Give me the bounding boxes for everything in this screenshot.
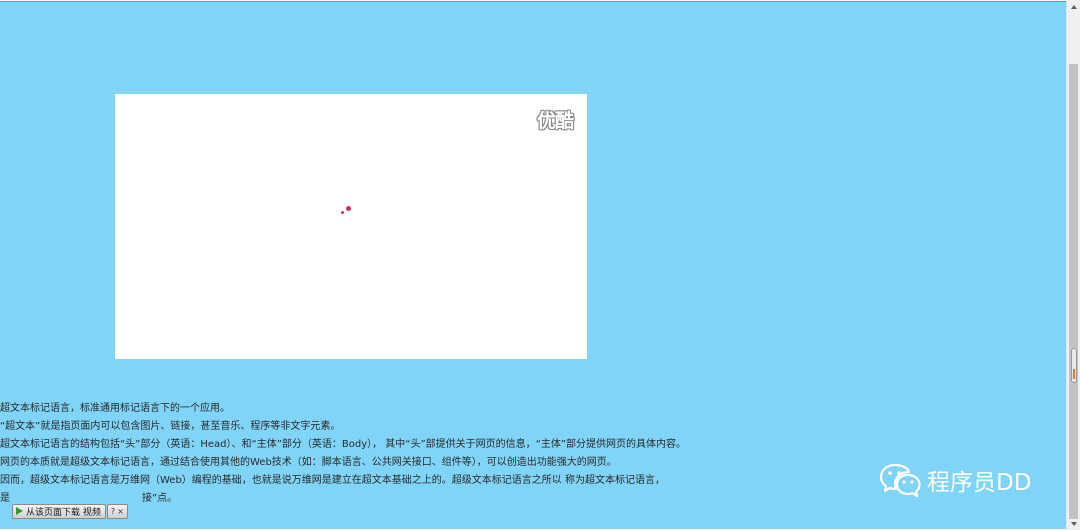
article-line: 因而，超级文本标记语言是万维网（Web）编程的基础，也就是说万维网是建立在超文本… bbox=[0, 475, 665, 486]
browser-page: 优酷 超文本标记语言，标准通用标记语言下的一个应用。 “超文本”就是指页面内可以… bbox=[0, 0, 1080, 530]
article-text: 超文本标记语言，标准通用标记语言下的一个应用。 “超文本”就是指页面内可以包含图… bbox=[0, 400, 1000, 508]
download-toolbar-controls: ? × bbox=[106, 503, 128, 519]
scrollbar-track[interactable] bbox=[1069, 64, 1078, 519]
download-video-button[interactable]: 从该页面下载 视频 bbox=[12, 503, 106, 519]
article-line-start: 是 bbox=[0, 493, 10, 504]
video-player[interactable]: 优酷 bbox=[115, 94, 587, 359]
arrow-down-icon bbox=[1070, 521, 1077, 526]
loading-dot-large bbox=[346, 206, 351, 211]
scroll-up-button[interactable] bbox=[1067, 0, 1080, 13]
scroll-position-marker bbox=[1073, 369, 1075, 379]
page-viewport: 优酷 超文本标记语言，标准通用标记语言下的一个应用。 “超文本”就是指页面内可以… bbox=[0, 1, 1066, 529]
article-line: 是 接”点。 bbox=[0, 490, 1000, 508]
article-line: 超文本标记语言的结构包括“头”部分（英语：Head）、和“主体”部分（英语：Bo… bbox=[0, 439, 687, 450]
close-icon[interactable]: × bbox=[117, 507, 124, 516]
watermark-text: 程序员DD bbox=[927, 470, 1032, 496]
wechat-watermark: 程序员DD bbox=[879, 461, 1031, 499]
youku-logo: 优酷 bbox=[536, 110, 574, 132]
article-line: 超文本标记语言，标准通用标记语言下的一个应用。 bbox=[0, 403, 230, 414]
scroll-down-button[interactable] bbox=[1067, 517, 1080, 530]
vertical-scrollbar[interactable] bbox=[1066, 0, 1080, 530]
play-icon bbox=[16, 507, 23, 515]
article-line: “超文本”就是指页面内可以包含图片、链接，甚至音乐、程序等非文字元素。 bbox=[0, 421, 341, 432]
top-border-line bbox=[0, 1, 1066, 2]
wechat-icon bbox=[879, 463, 921, 498]
article-line: 网页的本质就是超级文本标记语言，通过结合使用其他的Web技术（如：脚本语言、公共… bbox=[0, 457, 617, 468]
help-icon[interactable]: ? bbox=[111, 507, 115, 516]
video-download-toolbar: 从该页面下载 视频 ? × bbox=[12, 503, 128, 519]
article-line-end: 接”点。 bbox=[142, 493, 178, 504]
arrow-up-icon bbox=[1070, 4, 1077, 9]
download-video-label: 从该页面下载 视频 bbox=[26, 507, 101, 518]
scrollbar-thumb[interactable] bbox=[1071, 348, 1077, 383]
loading-dot-small bbox=[341, 211, 344, 214]
